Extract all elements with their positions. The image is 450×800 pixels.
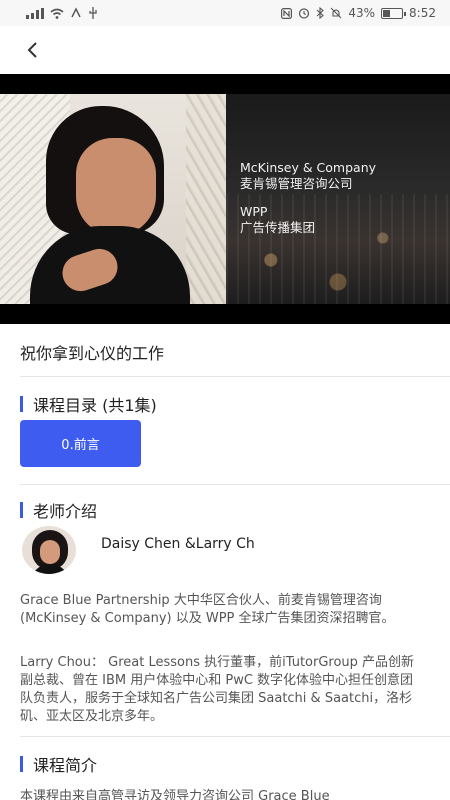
divider [20, 484, 450, 485]
overlay-line-1: McKinsey & Company [240, 160, 377, 175]
status-time: 8:52 [409, 6, 436, 20]
teacher-heading: 老师介绍 [20, 498, 97, 522]
battery-fill [383, 9, 391, 17]
back-button[interactable] [18, 36, 46, 64]
status-left-icons [26, 7, 98, 19]
wifi-icon [50, 8, 64, 19]
video-player[interactable]: McKinsey & Company 麦肯锡管理咨询公司 WPP 广告传播集团 [0, 74, 450, 324]
episode-label: 0.前言 [61, 438, 100, 453]
divider [20, 736, 450, 737]
teacher-heading-text: 老师介绍 [33, 502, 98, 521]
video-frame [0, 94, 450, 304]
divider [20, 376, 450, 377]
status-bar: 43% 8:52 [0, 0, 450, 26]
battery-icon [381, 7, 407, 19]
battery-percent: 43% [348, 6, 376, 20]
video-speaker-scene [0, 94, 226, 304]
teacher-bio-2: Larry Chou： Great Lessons 执行董事，前iTutorGr… [20, 655, 415, 724]
section-accent-bar [20, 756, 23, 772]
status-right-icons: 43% 8:52 [281, 6, 436, 20]
back-arrow-icon [27, 42, 37, 58]
intro-heading-text: 课程简介 [33, 756, 98, 775]
overlay-line-2: 麦肯锡管理咨询公司 [240, 176, 353, 191]
section-accent-bar [20, 396, 23, 412]
avatar-face [40, 540, 60, 564]
episode-button[interactable]: 0.前言 [20, 420, 141, 467]
catalog-heading: 课程目录 (共1集) [20, 392, 157, 416]
nav-bar [0, 26, 450, 74]
nfc-icon [71, 7, 81, 18]
intro-text: 本课程由来自高管寻访及领导力咨询公司 Grace Blue [20, 789, 330, 800]
course-title: 祝你拿到心仪的工作 [20, 344, 165, 363]
signal-icon [26, 7, 44, 19]
catalog-heading-text: 课程目录 (共1集) [33, 396, 157, 415]
overlay-line-4: 广告传播集团 [240, 220, 316, 235]
section-accent-bar [20, 502, 23, 518]
overlay-gap [240, 192, 376, 204]
bluetooth-icon [317, 7, 325, 19]
mute-icon [330, 7, 342, 19]
teacher-name: Daisy Chen &Larry Ch [101, 536, 255, 552]
nfc-n-icon [281, 7, 293, 19]
background-plant-right [186, 94, 226, 304]
intro-heading: 课程简介 [20, 752, 97, 776]
overlay-line-3: WPP [240, 204, 268, 219]
video-overlay-text: McKinsey & Company 麦肯锡管理咨询公司 WPP 广告传播集团 [240, 160, 376, 236]
alarm-icon [299, 8, 310, 19]
speaker-face [76, 138, 156, 236]
avatar-body [30, 564, 70, 574]
usb-icon [89, 7, 97, 19]
teacher-avatar [22, 526, 76, 574]
teacher-bio-1: Grace Blue Partnership 大中华区合伙人、前麦肯锡管理咨询 … [20, 593, 395, 626]
